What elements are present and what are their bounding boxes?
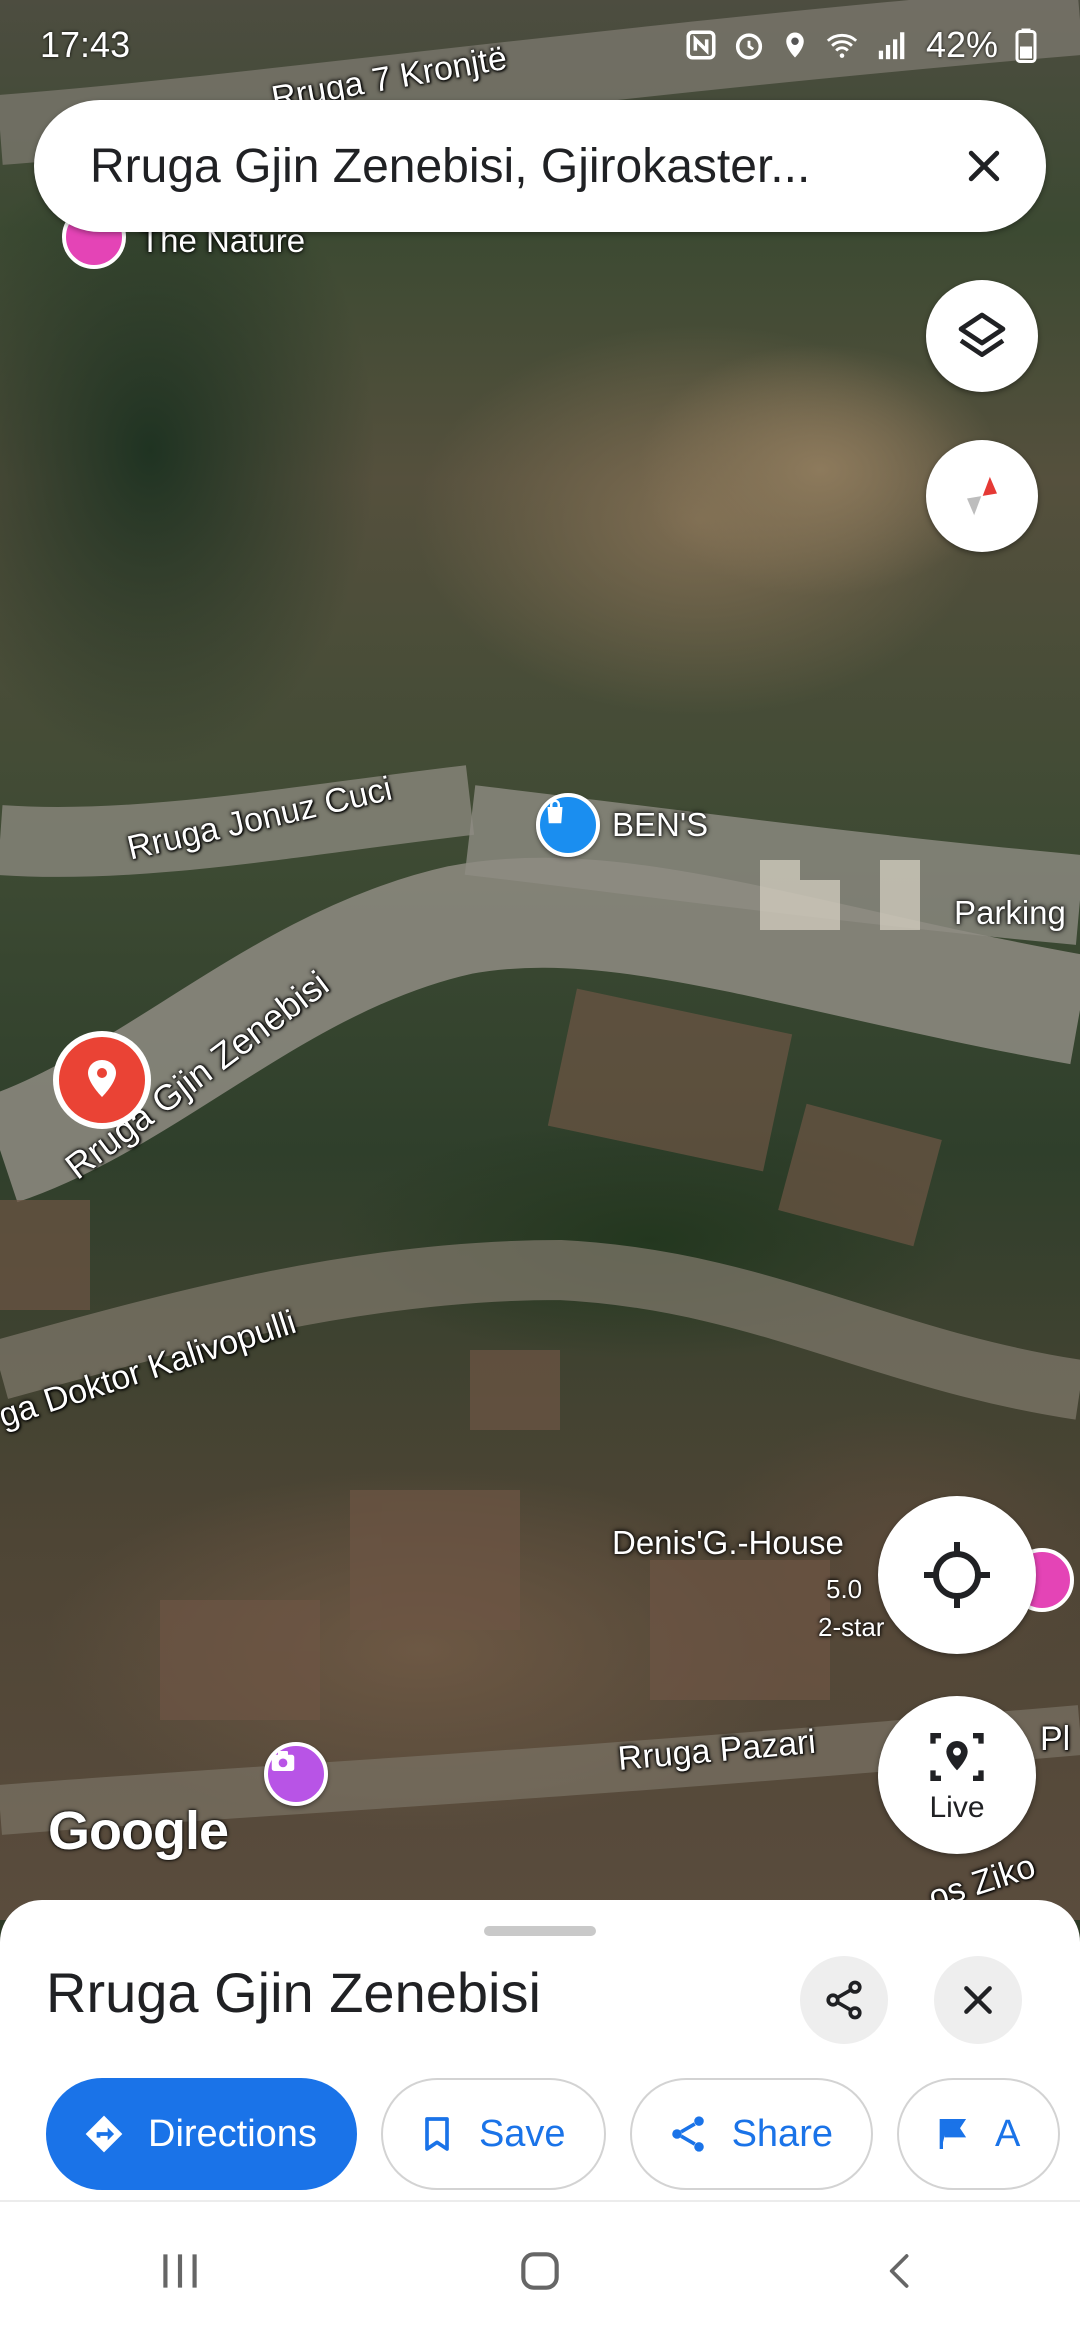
poi-pin-bens[interactable]: [536, 793, 600, 857]
home-button[interactable]: [480, 2226, 600, 2316]
battery-percent: 42%: [925, 24, 998, 65]
compass-icon: [967, 475, 997, 517]
layers-icon: [958, 312, 1006, 357]
battery-icon: [1015, 28, 1037, 63]
layers-button[interactable]: [926, 280, 1038, 392]
compass-button[interactable]: [926, 440, 1038, 552]
recents-icon: [163, 2254, 197, 2288]
status-icons: 42%: [684, 24, 1040, 66]
sheet-content: Rruga Gjin Zenebisi Directions Save Shar…: [0, 1900, 1080, 2200]
share-icon: [826, 1980, 862, 2020]
save-label: Save: [478, 2112, 566, 2155]
nfc-icon: [686, 30, 716, 60]
my-location-button[interactable]: [878, 1496, 1036, 1654]
search-bar[interactable]: Rruga Gjin Zenebisi, Gjirokaster...: [34, 100, 1046, 232]
clear-search-button[interactable]: [952, 134, 1016, 198]
poi-pin-attraction[interactable]: [264, 1742, 328, 1806]
signal-icon: [878, 32, 905, 60]
status-bar: 17:43 42%: [0, 0, 1080, 90]
save-button[interactable]: Save: [380, 2078, 606, 2190]
status-time: 17:43: [40, 24, 131, 65]
location-pin-icon: [53, 1031, 151, 1129]
selected-location-pin[interactable]: [52, 1030, 152, 1142]
bookmark-icon: [425, 2117, 449, 2151]
alarm-icon: [735, 33, 763, 60]
home-icon: [521, 2252, 559, 2290]
poi-hotel-class: 2-star: [818, 1612, 885, 1642]
place-bottom-sheet[interactable]: Rruga Gjin Zenebisi Directions Save Shar…: [0, 1900, 1080, 2200]
action-chips: Directions Save Share A: [46, 2078, 1061, 2190]
back-icon: [889, 2254, 909, 2288]
live-view-icon: [930, 1733, 984, 1781]
share-button[interactable]: Share: [629, 2078, 873, 2190]
share-icon-button[interactable]: [800, 1956, 888, 2044]
shopping-bag-icon: [547, 799, 563, 824]
google-attribution: Google: [48, 1801, 229, 1861]
system-nav-bar: [0, 2200, 1080, 2340]
share-icon: [671, 2116, 704, 2152]
close-sheet-button[interactable]: [934, 1956, 1022, 2044]
flag-icon: [939, 2119, 967, 2149]
wifi-icon: [826, 33, 858, 58]
place-title: Rruga Gjin Zenebisi: [46, 1961, 541, 2024]
close-icon: [964, 1986, 992, 2014]
share-label: Share: [731, 2112, 833, 2155]
camera-icon: [271, 1751, 295, 1771]
search-query[interactable]: Rruga Gjin Zenebisi, Gjirokaster...: [90, 139, 952, 194]
directions-label: Directions: [148, 2112, 317, 2155]
my-location-icon: [924, 1542, 990, 1608]
poi-rating: 5.0: [826, 1574, 863, 1604]
back-button[interactable]: [840, 2226, 960, 2316]
poi-label-parking[interactable]: Parking: [954, 894, 1066, 932]
directions-icon: [85, 2115, 123, 2153]
live-view-label: Live: [929, 1791, 985, 1824]
location-icon: [786, 32, 804, 58]
recents-button[interactable]: [120, 2226, 240, 2316]
live-view-button[interactable]: Live: [878, 1696, 1036, 1854]
poi-label-denis-house[interactable]: Denis'G.-House: [612, 1524, 844, 1562]
poi-label-bens[interactable]: BEN'S: [612, 806, 708, 844]
close-icon: [968, 150, 1000, 182]
road-label-pl: Pl: [1040, 1720, 1071, 1758]
directions-button[interactable]: Directions: [46, 2078, 357, 2190]
add-label-button[interactable]: A: [896, 2078, 1061, 2190]
add-label-text: A: [994, 2112, 1021, 2155]
sheet-drag-handle[interactable]: [484, 1926, 596, 1936]
